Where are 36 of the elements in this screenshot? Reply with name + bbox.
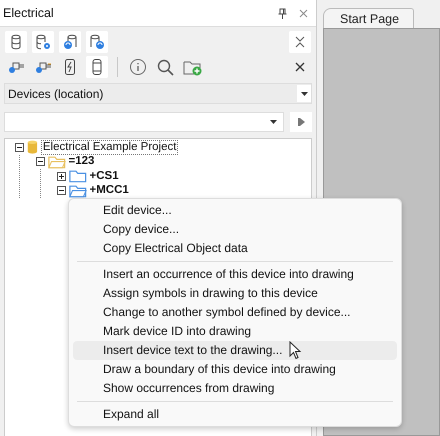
search-combo-field[interactable] [4,112,284,132]
go-button[interactable] [290,112,312,132]
document-tab[interactable]: Start Page [323,8,414,29]
tree-item[interactable]: +CS1 [90,170,119,183]
expander-toggle[interactable] [36,157,45,166]
expander-toggle[interactable] [57,172,66,181]
info-icon[interactable] [127,56,149,78]
expander-toggle[interactable] [15,142,24,152]
panel-title: Electrical [3,6,55,20]
menu-item[interactable]: Show occurrences from drawing [73,379,397,398]
menu-item[interactable]: Edit device... [73,201,397,220]
caret-icon [297,85,311,102]
menu-item[interactable]: Insert an occurrence of this device into drawing [73,265,397,284]
expander-toggle[interactable] [57,186,66,196]
menu-item[interactable]: Mark device ID into drawing [73,322,397,341]
caret-icon [270,120,277,124]
tree-item[interactable]: =123 [68,155,94,168]
folder-icon [48,154,66,169]
menu-item[interactable]: Insert device text to the drawing... [73,341,397,360]
menu-item[interactable]: Copy device... [73,220,397,239]
folder-icon [69,169,86,184]
collapse-icon[interactable] [289,31,311,53]
tree-item[interactable]: Electrical Example Project [40,140,178,155]
database-icon[interactable] [5,31,27,53]
mouse-cursor-icon [289,341,302,360]
menu-item[interactable]: Copy Electrical Object data [73,239,397,258]
arrow-icon [298,117,304,127]
menu-item[interactable]: Assign symbols in drawing to this device [73,284,397,303]
pin-icon[interactable] [278,8,287,18]
menu-item[interactable]: Expand all [73,405,397,424]
location-dropdown[interactable]: Devices (location) [4,83,312,104]
menu-item[interactable]: Draw a boundary of this device into drawing [73,360,397,379]
tree-item[interactable]: +MCC1 [90,184,129,198]
cylinder-icon [27,140,38,154]
menu-item[interactable]: Change to another symbol defined by device... [73,303,397,322]
fuse-icon[interactable] [86,56,108,78]
